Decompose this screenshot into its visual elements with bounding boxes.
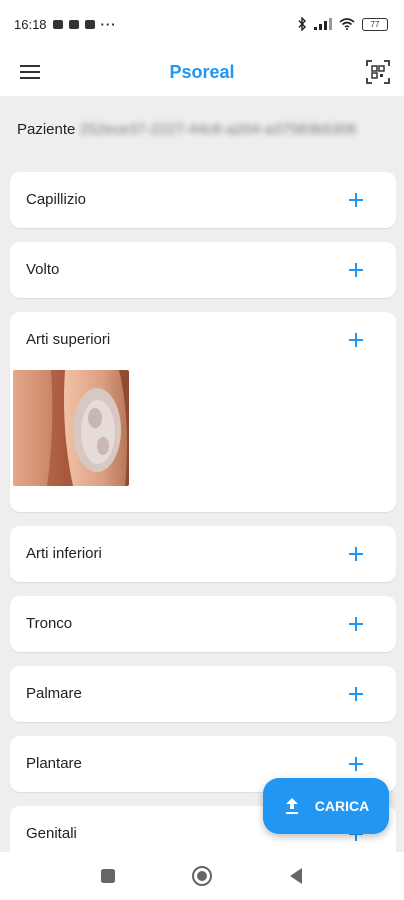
youtube-icon xyxy=(68,19,79,29)
battery-level: 77 xyxy=(370,19,380,29)
app-bar: Psoreal xyxy=(0,48,404,96)
add-photo-icon[interactable] xyxy=(344,328,368,352)
back-icon[interactable] xyxy=(284,864,308,888)
status-time: 16:18 xyxy=(14,16,47,32)
add-photo-icon[interactable] xyxy=(344,188,368,212)
area-card-palmare[interactable]: Palmare xyxy=(10,666,396,722)
area-label: Arti superiori xyxy=(26,331,111,348)
patient-label: Paziente xyxy=(17,121,76,138)
upload-button[interactable]: CARICA xyxy=(263,778,389,834)
area-label: Arti inferiori xyxy=(26,545,102,562)
status-bar: 16:18 ··· 77 xyxy=(0,0,404,48)
lesion-photo-thumbnail[interactable] xyxy=(13,370,129,486)
upload-button-label: CARICA xyxy=(314,798,370,814)
wifi-icon xyxy=(339,18,355,30)
battery-icon: 77 xyxy=(362,17,388,31)
area-card-volto[interactable]: Volto xyxy=(10,242,396,298)
area-label: Tronco xyxy=(26,615,73,632)
bluetooth-icon xyxy=(298,17,306,31)
area-label: Palmare xyxy=(26,685,82,702)
more-icon: ··· xyxy=(100,16,117,32)
area-label: Volto xyxy=(26,261,60,278)
area-card-arti-superiori[interactable]: Arti superiori xyxy=(10,312,396,512)
system-nav-bar xyxy=(0,852,404,900)
add-photo-icon[interactable] xyxy=(344,542,368,566)
area-card-tronco[interactable]: Tronco xyxy=(10,596,396,652)
notification-icon xyxy=(52,19,63,29)
add-photo-icon[interactable] xyxy=(344,258,368,282)
recents-icon[interactable] xyxy=(96,864,120,888)
content-area: Paziente 252ece37-2227-44c6-a204-a37583b… xyxy=(0,96,404,852)
menu-icon[interactable] xyxy=(18,60,42,84)
add-photo-icon[interactable] xyxy=(344,752,368,776)
area-card-arti-inferiori[interactable]: Arti inferiori xyxy=(10,526,396,582)
upload-icon xyxy=(283,797,301,815)
patient-header: Paziente 252ece37-2227-44c6-a204-a37583b… xyxy=(17,118,387,142)
qr-scan-icon[interactable] xyxy=(364,58,392,86)
teams-icon xyxy=(84,19,95,29)
add-photo-icon[interactable] xyxy=(344,682,368,706)
area-card-capillizio[interactable]: Capillizio xyxy=(10,172,396,228)
area-label: Plantare xyxy=(26,755,82,772)
patient-id: 252ece37-2227-44c6-a204-a37583b5306 xyxy=(79,121,357,138)
signal-icon xyxy=(314,18,332,30)
area-label: Genitali xyxy=(26,825,77,842)
add-photo-icon[interactable] xyxy=(344,612,368,636)
home-icon[interactable] xyxy=(190,864,214,888)
app-title: Psoreal xyxy=(169,61,235,82)
area-label: Capillizio xyxy=(26,191,87,208)
